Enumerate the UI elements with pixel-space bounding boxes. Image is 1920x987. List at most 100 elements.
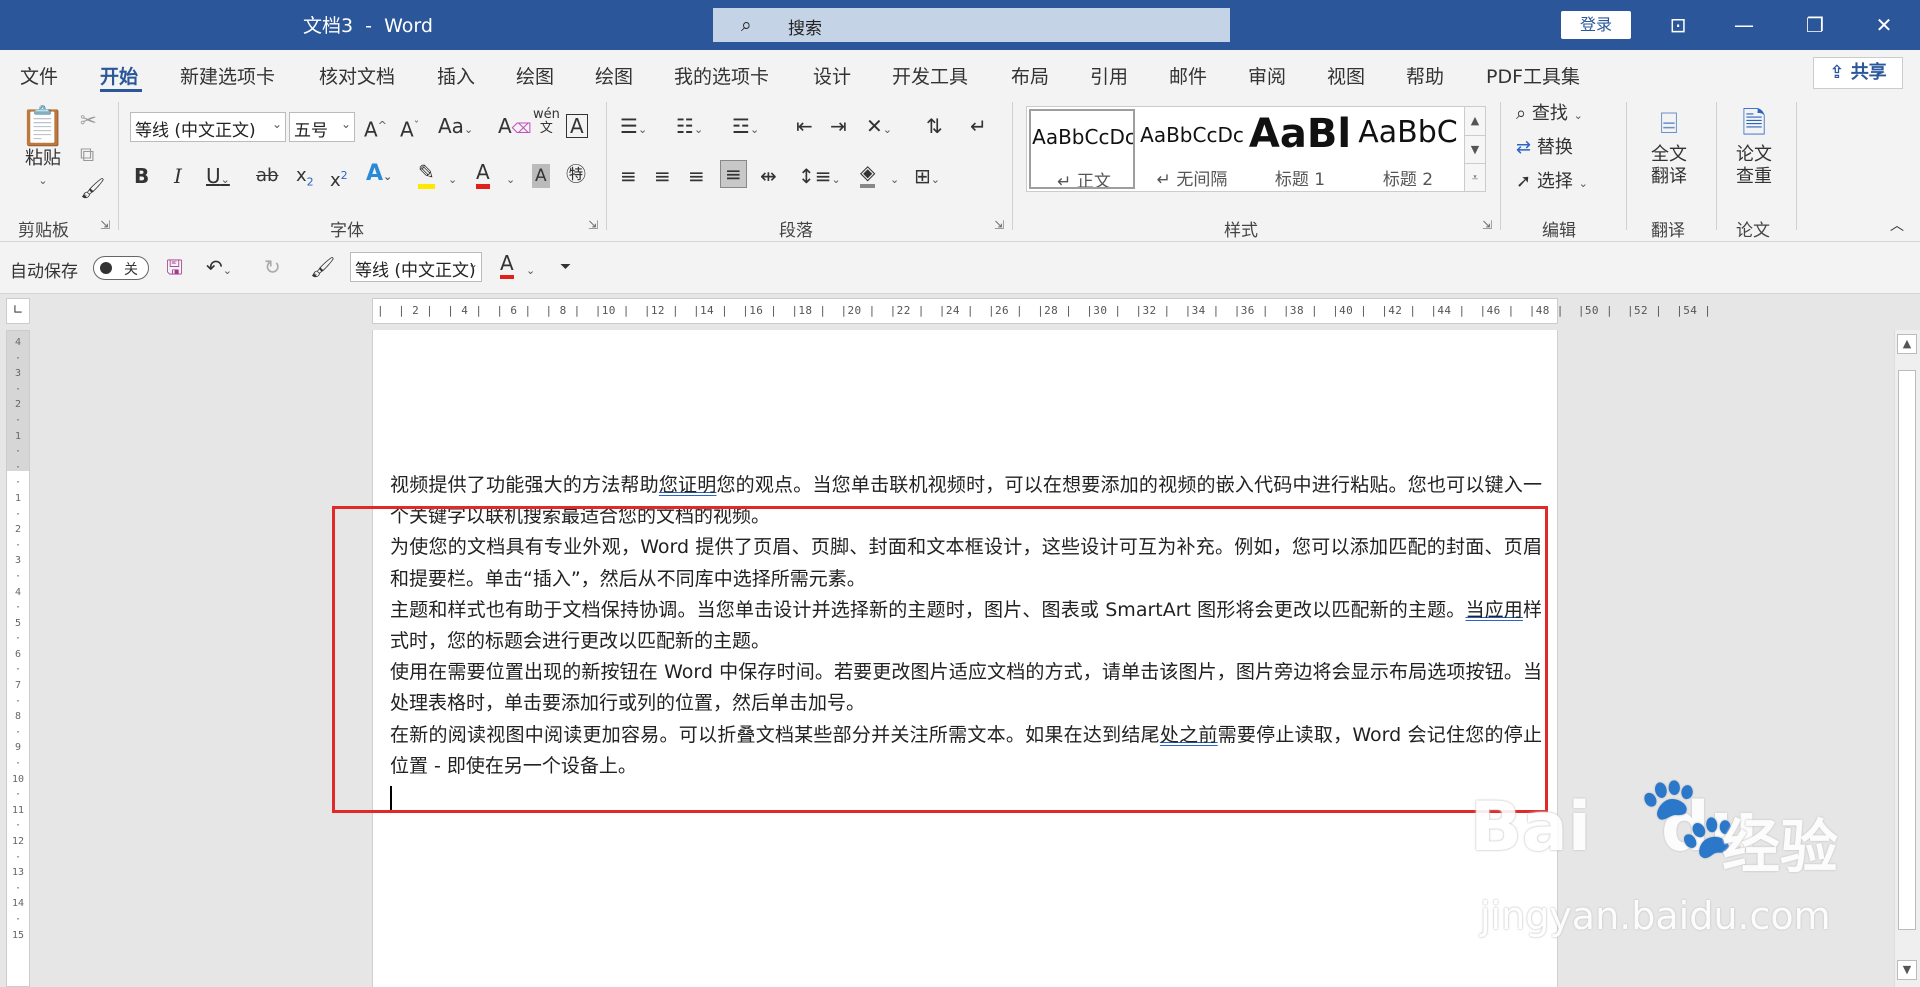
grow-font-icon[interactable]: A^ <box>364 114 387 142</box>
chevron-down-icon[interactable]: ⌄ <box>526 255 535 283</box>
gallery-up-icon[interactable]: ▲ <box>1465 107 1485 135</box>
highlighter-icon[interactable]: ✎ <box>418 160 435 189</box>
underline-icon[interactable]: U⌄ <box>206 164 230 192</box>
character-shading-icon[interactable]: A <box>532 164 550 188</box>
ribbon-display-options-icon[interactable]: ⊡ <box>1660 9 1696 41</box>
style-normal[interactable]: AaBbCcDc ↵ 正文 <box>1029 109 1135 189</box>
chinese-layout-icon[interactable]: ✕⌄ <box>866 114 892 142</box>
tab-selector-icon[interactable]: ∟ <box>6 298 30 324</box>
save-icon[interactable]: 🖫 <box>166 255 183 279</box>
share-button[interactable]: ⇪ 共享 <box>1813 57 1903 89</box>
login-button[interactable]: 登录 <box>1561 11 1631 39</box>
line-spacing-icon[interactable]: ↕≡⌄ <box>798 164 841 192</box>
dialog-launcher-icon[interactable]: ⇲ <box>100 218 110 232</box>
undo-icon[interactable]: ↶⌄ <box>206 255 232 283</box>
superscript-icon[interactable]: x2 <box>330 164 348 193</box>
tab-draw-1[interactable]: 绘图 <box>516 62 554 89</box>
cut-icon[interactable]: ✂ <box>80 108 97 132</box>
chevron-down-icon[interactable]: ⌄ <box>448 164 457 192</box>
tab-view[interactable]: 视图 <box>1327 62 1365 89</box>
align-right-icon[interactable]: ≡ <box>688 164 705 188</box>
scroll-thumb[interactable] <box>1898 370 1916 930</box>
tab-layout[interactable]: 布局 <box>1011 62 1049 89</box>
chevron-down-icon[interactable]: ⌄ <box>890 164 899 192</box>
style-heading-1[interactable]: AaBl 标题 1 <box>1247 109 1353 189</box>
tab-help[interactable]: 帮助 <box>1406 62 1444 89</box>
copy-icon[interactable]: ⧉ <box>80 142 94 166</box>
title-bar: 文档3 - Word ⌕ 搜索 登录 ⊡ — ❐ ✕ <box>0 0 1920 50</box>
change-case-icon[interactable]: Aa⌄ <box>438 114 473 142</box>
shading-icon[interactable]: ◈ <box>860 160 876 188</box>
italic-icon[interactable]: I <box>174 164 182 188</box>
tab-draw-2[interactable]: 绘图 <box>595 62 633 89</box>
justify-icon[interactable]: ≡ <box>720 160 747 188</box>
character-border-icon[interactable]: A <box>566 114 588 138</box>
increase-indent-icon[interactable]: ⇥ <box>830 114 847 138</box>
replace-button[interactable]: ⇄ 替换 <box>1516 136 1573 160</box>
scroll-up-icon[interactable]: ▲ <box>1897 334 1917 354</box>
numbering-icon[interactable]: ☷⌄ <box>676 114 703 142</box>
customize-toolbar-icon[interactable]: ⏷ <box>560 255 571 279</box>
dialog-launcher-icon[interactable]: ⇲ <box>588 218 598 232</box>
tab-review[interactable]: 审阅 <box>1248 62 1286 89</box>
collapse-ribbon-icon[interactable]: ︿ <box>1890 214 1904 238</box>
align-left-icon[interactable]: ≡ <box>620 164 637 188</box>
tab-pdf-tools[interactable]: PDF工具集 <box>1486 62 1580 89</box>
full-text-translate-button[interactable]: ⌸ 全文 翻译 <box>1640 104 1698 188</box>
chevron-down-icon[interactable]: ⌄ <box>506 164 515 192</box>
dialog-launcher-icon[interactable]: ⇲ <box>1482 218 1492 232</box>
tab-design[interactable]: 设计 <box>813 62 851 89</box>
font-color-icon[interactable]: A <box>476 160 490 189</box>
gallery-more-icon[interactable]: ⩡ <box>1465 163 1485 191</box>
enclose-characters-icon[interactable]: ㊕ <box>566 162 586 186</box>
tab-file[interactable]: 文件 <box>20 62 58 89</box>
select-button[interactable]: ➚ 选择 ⌄ <box>1516 170 1588 196</box>
restore-icon[interactable]: ❐ <box>1797 9 1833 41</box>
font-name-select[interactable]: 等线 (中文正文) ⌄ <box>130 112 286 142</box>
qat-font-select[interactable]: 等线 (中文正文) ⌄ <box>350 252 482 282</box>
autosave-toggle[interactable]: 关 <box>93 256 149 280</box>
show-hide-marks-icon[interactable]: ↵ <box>970 114 987 138</box>
vertical-scrollbar[interactable]: ▲ ▼ <box>1894 330 1920 987</box>
dialog-launcher-icon[interactable]: ⇲ <box>994 218 1004 232</box>
sort-icon[interactable]: ⇅ <box>926 114 943 138</box>
strikethrough-icon[interactable]: ab <box>256 164 278 188</box>
tab-new-tab[interactable]: 新建选项卡 <box>180 62 275 89</box>
phonetic-guide-icon[interactable]: wén 文 <box>533 108 560 136</box>
borders-icon[interactable]: ⊞⌄ <box>914 164 940 192</box>
qat-font-color-icon[interactable]: A <box>500 251 514 279</box>
font-size-select[interactable]: 五号 ⌄ <box>289 112 355 142</box>
vertical-ruler[interactable]: 4 · 3 · 2 · 1 · · · 1 · 2 · 3 · 4 · 5 · … <box>6 330 30 987</box>
tab-check-document[interactable]: 核对文档 <box>319 62 395 89</box>
clear-formatting-icon[interactable]: A⌫ <box>498 114 531 141</box>
format-painter-icon[interactable]: 🖌 <box>80 176 105 200</box>
minimize-icon[interactable]: — <box>1726 9 1762 41</box>
gallery-down-icon[interactable]: ▼ <box>1465 135 1485 163</box>
search-box[interactable]: ⌕ 搜索 <box>713 8 1230 42</box>
multilevel-list-icon[interactable]: ☲⌄ <box>732 114 759 142</box>
bullets-icon[interactable]: ☰⌄ <box>620 114 647 142</box>
tab-my-tab[interactable]: 我的选项卡 <box>674 62 769 89</box>
horizontal-ruler[interactable]: | | 2 | | 4 | | 6 | | 8 | |10 | |12 | |1… <box>372 298 1711 324</box>
text-effects-icon[interactable]: A⌄ <box>366 162 392 189</box>
paste-button[interactable]: 📋 粘贴 ⌄ <box>18 104 68 192</box>
tab-mailings[interactable]: 邮件 <box>1169 62 1207 89</box>
style-no-spacing[interactable]: AaBbCcDc ↵ 无间隔 <box>1139 109 1245 189</box>
tab-insert[interactable]: 插入 <box>437 62 475 89</box>
tab-home[interactable]: 开始 <box>100 62 138 89</box>
paper-check-button[interactable]: 🗎 论文 查重 <box>1724 104 1784 188</box>
redo-icon[interactable]: ↻ <box>264 255 281 279</box>
subscript-icon[interactable]: x2 <box>296 164 314 195</box>
distributed-icon[interactable]: ⇹ <box>760 164 777 188</box>
bold-icon[interactable]: B <box>134 164 149 188</box>
scroll-down-icon[interactable]: ▼ <box>1897 960 1917 980</box>
find-button[interactable]: ⌕ 查找 ⌄ <box>1516 102 1583 128</box>
shrink-font-icon[interactable]: Aˇ <box>400 114 419 142</box>
tab-developer[interactable]: 开发工具 <box>892 62 968 89</box>
format-painter-icon[interactable]: 🖌 <box>310 255 335 279</box>
style-heading-2[interactable]: AaBbC 标题 2 <box>1355 109 1461 189</box>
align-center-icon[interactable]: ≡ <box>654 164 671 188</box>
close-icon[interactable]: ✕ <box>1866 9 1902 41</box>
tab-references[interactable]: 引用 <box>1090 62 1128 89</box>
decrease-indent-icon[interactable]: ⇤ <box>796 114 813 138</box>
